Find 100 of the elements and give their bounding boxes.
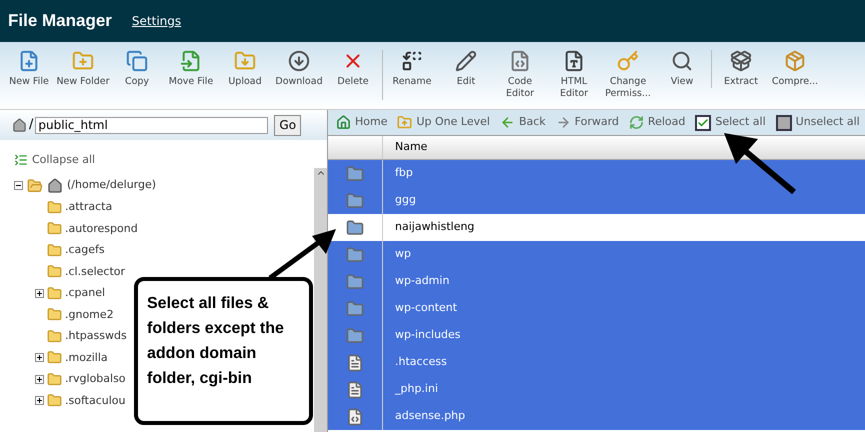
path-field[interactable]: public_html [35, 116, 268, 134]
folder-icon [47, 307, 62, 322]
file-name: naijawhistleng [394, 219, 476, 236]
file-name: wp-includes [394, 327, 462, 344]
folder-icon [47, 264, 62, 280]
box-icon [784, 50, 806, 72]
folder-icon [47, 286, 62, 301]
callout: Select all files & folders except the addon domain folder, cgi-bin [134, 277, 313, 425]
settings-link[interactable]: Settings [132, 12, 182, 30]
nav-button[interactable]: Up One Level [397, 114, 490, 131]
file-name: .htaccess [394, 354, 448, 370]
tree-item[interactable]: .softaculou [65, 392, 126, 409]
folder-icon [47, 221, 62, 236]
column-header[interactable]: Name [383, 136, 440, 159]
nav-button[interactable]: Select all [695, 114, 766, 131]
toolbar-button[interactable]: Change Permiss... [601, 50, 655, 100]
folder-up-icon [397, 115, 412, 130]
tree-item[interactable]: .gnome2 [65, 306, 114, 323]
collapse-toggle-icon[interactable] [14, 181, 23, 190]
folder-icon [346, 300, 364, 318]
folder-icon [346, 246, 364, 264]
file-name: wp-admin [394, 273, 450, 290]
nav-button[interactable]: Reload [628, 114, 686, 131]
tree-item[interactable]: .htpasswds [65, 328, 127, 344]
rename-icon [401, 50, 423, 72]
folder-icon [27, 178, 43, 194]
tree-item[interactable]: .attracta [65, 199, 112, 216]
expand-toggle-icon[interactable] [35, 353, 44, 362]
copy-icon [126, 50, 148, 72]
file-row[interactable]: wp-content [328, 295, 865, 322]
toolbar-button[interactable]: Code Editor [493, 50, 547, 100]
folder-plus-icon [72, 50, 94, 72]
nav-button[interactable]: Back [500, 114, 546, 131]
path-prefix: / [29, 116, 34, 134]
tree-item[interactable]: .mozilla [65, 350, 108, 366]
nav-button[interactable]: Unselect all [776, 114, 860, 131]
folder-icon [47, 393, 62, 408]
folder-icon [346, 192, 364, 210]
file-icon [346, 354, 364, 372]
toolbar-button[interactable]: Edit [439, 50, 493, 88]
toolbar-button[interactable]: Copy [110, 50, 164, 88]
toolbar-button[interactable]: View [655, 50, 709, 88]
file-name: wp [394, 246, 412, 262]
file-row[interactable]: .htaccess [328, 349, 865, 376]
toolbar-button[interactable]: Compre... [768, 50, 822, 88]
reload-icon [628, 115, 644, 130]
folder-icon [346, 218, 364, 236]
home-icon [336, 115, 351, 130]
home-icon [47, 178, 63, 194]
toolbar-button[interactable]: Upload [218, 50, 272, 88]
file-row[interactable]: wp [328, 241, 865, 268]
folder-icon [346, 272, 364, 290]
collapse-icon [14, 153, 28, 168]
html-file-icon [563, 50, 585, 72]
go-button[interactable]: Go [274, 114, 302, 136]
toolbar-button[interactable]: New File [2, 50, 56, 88]
nav-button[interactable]: Home [336, 114, 388, 131]
key-icon [617, 50, 639, 72]
tree-item[interactable]: .cagefs [65, 242, 105, 258]
download-icon [288, 50, 310, 72]
tree-item[interactable]: (/home/delurge) [67, 177, 156, 194]
tree-item[interactable]: .cl.selector [65, 264, 126, 280]
folder-icon [47, 242, 62, 258]
tree-item[interactable]: .rvglobalso [65, 371, 126, 388]
toolbar-button[interactable]: New Folder [56, 50, 110, 88]
collapse-all-button[interactable]: Collapse all [14, 152, 96, 168]
file-name: wp-content [394, 300, 458, 316]
tree-item[interactable]: .cpanel [65, 285, 106, 302]
file-row[interactable]: wp-includes [328, 322, 865, 349]
search-icon [671, 50, 693, 72]
file-row[interactable]: wp-admin [328, 268, 865, 295]
file-name: fbp [394, 165, 414, 182]
pencil-icon [455, 50, 477, 72]
file-plus-icon [18, 50, 40, 72]
expand-toggle-icon[interactable] [35, 374, 44, 384]
scrollbar[interactable] [314, 168, 327, 432]
file-row[interactable]: fbp [328, 160, 865, 187]
nav-button[interactable]: Forward [556, 114, 619, 131]
home-icon [12, 118, 27, 132]
toolbar-button[interactable]: Move File [164, 50, 218, 88]
file-row[interactable]: _php.ini [328, 376, 865, 403]
expand-toggle-icon[interactable] [35, 288, 44, 298]
file-row[interactable]: adsense.php [328, 403, 865, 430]
file-arrow-icon [180, 50, 202, 72]
tree-item[interactable]: .autorespond [65, 220, 138, 237]
file-name: adsense.php [394, 408, 466, 424]
toolbar-button[interactable]: Extract [714, 50, 768, 88]
toolbar-button[interactable]: Rename [385, 50, 439, 88]
file-icon [346, 380, 364, 398]
php-file-icon [346, 408, 364, 426]
folder-icon [346, 164, 364, 182]
right-arrow-icon [556, 115, 571, 130]
file-row[interactable]: ggg [328, 187, 865, 214]
code-file-icon [509, 50, 531, 72]
toolbar-button[interactable]: Download [272, 50, 326, 88]
toolbar-button[interactable]: HTML Editor [547, 50, 601, 100]
expand-toggle-icon[interactable] [35, 396, 44, 406]
folder-arrow-icon [234, 50, 256, 72]
folder-icon [47, 200, 62, 215]
toolbar-button[interactable]: Delete [326, 50, 380, 88]
